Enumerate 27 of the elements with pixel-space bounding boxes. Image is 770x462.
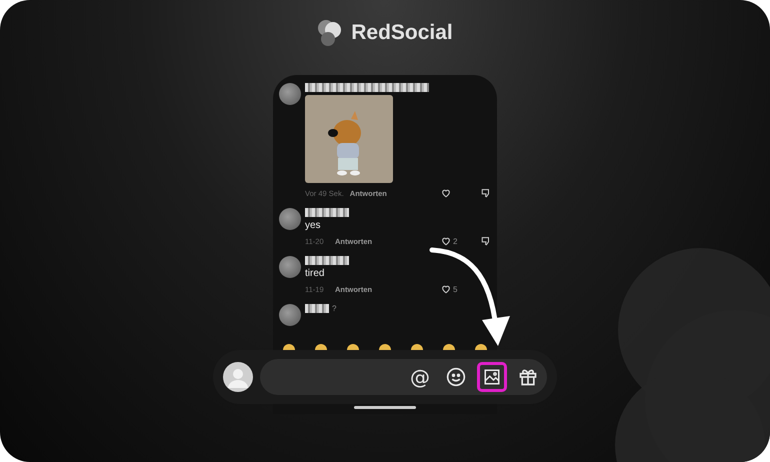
- username-redacted: [305, 304, 329, 313]
- user-avatar[interactable]: [279, 256, 301, 278]
- user-avatar[interactable]: [279, 83, 301, 105]
- user-avatar[interactable]: [279, 304, 301, 326]
- dislike-icon[interactable]: [481, 236, 491, 246]
- username-redacted: [305, 208, 349, 217]
- like-count: 2: [453, 236, 458, 246]
- heart-icon[interactable]: [441, 236, 451, 246]
- gift-icon: [518, 367, 538, 387]
- home-indicator: [354, 406, 416, 409]
- user-avatar[interactable]: [279, 208, 301, 230]
- like-count: 5: [453, 284, 458, 294]
- comment-text: yes: [305, 220, 322, 231]
- comment-text: ?: [332, 304, 336, 313]
- username-redacted: [305, 256, 349, 265]
- smiley-icon: [446, 367, 466, 387]
- heart-icon[interactable]: [441, 188, 451, 198]
- heart-icon[interactable]: [441, 284, 451, 294]
- brand-name: RedSocial: [351, 21, 453, 45]
- comment-text: tired: [305, 268, 326, 279]
- mention-button[interactable]: @: [405, 362, 435, 392]
- comment-input[interactable]: @: [260, 359, 547, 395]
- image-button[interactable]: [477, 362, 507, 392]
- user-avatar[interactable]: [223, 362, 253, 392]
- image-icon: [483, 368, 501, 386]
- dislike-icon[interactable]: [481, 188, 491, 198]
- logo-icon: [317, 19, 344, 47]
